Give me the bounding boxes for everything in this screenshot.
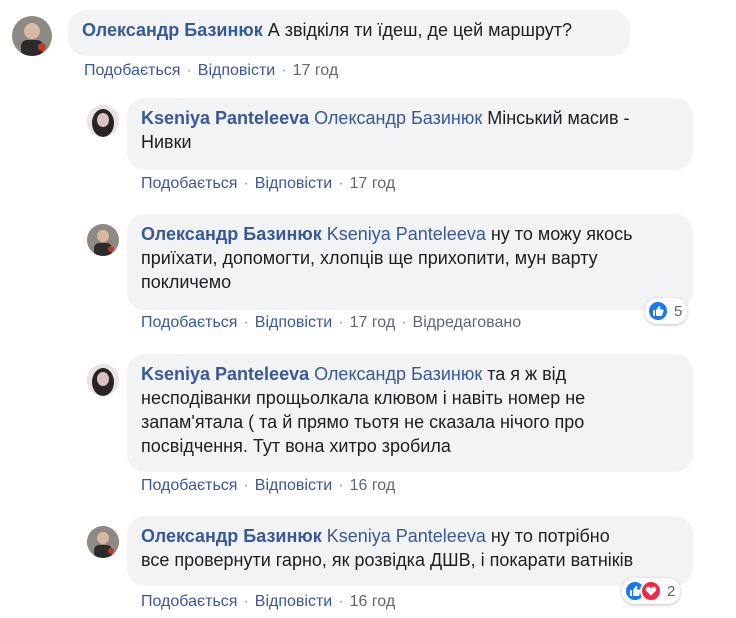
mention-link[interactable]: Kseniya Panteleeva [327,526,486,546]
avatar-photo-icon [12,16,52,56]
comment-actions: Подобається · Відповісти · 17 год [84,62,338,80]
avatar[interactable] [87,105,119,137]
comment-author[interactable]: Олександр Базинюк [82,20,263,40]
comment-bubble: Олександр Базинюк Kseniya Panteleeva ну … [127,516,693,586]
comment-author[interactable]: Kseniya Panteleeva [141,364,309,384]
comment-text-line: приїхати, допомогти, хлопців ще прихопит… [141,248,598,268]
avatar[interactable] [12,16,52,56]
separator: · [338,593,344,610]
comment-text-line: все провернути гарно, як розвідка ДШВ, і… [141,550,634,570]
avatar[interactable] [87,224,119,256]
avatar-photo-icon [87,364,119,396]
separator: · [243,175,249,192]
avatar[interactable] [87,526,119,558]
comment-actions: Подобається · Відповісти · 17 год · Відредагов… [141,314,521,332]
reply-button[interactable]: Відповісти [255,314,332,331]
timestamp[interactable]: 16 год [350,593,396,610]
comment-text: ну то потрібно [490,526,610,546]
separator: · [338,477,344,494]
mention-link[interactable]: Олександр Базинюк [314,108,482,128]
reactions-summary[interactable]: 5 [645,298,688,324]
timestamp[interactable]: 16 год [350,477,396,494]
comment: Олександр Базинюк А звідкіля ти їдеш, де… [0,0,736,90]
comment-text-line: запам'ятала ( та й прямо тьотя не сказал… [141,412,585,432]
comment-text: Мінський масив - [487,108,630,128]
separator: · [338,314,344,331]
like-button[interactable]: Подобається [141,314,237,331]
like-button[interactable]: Подобається [141,477,237,494]
comment-actions: Подобається · Відповісти · 17 год [141,175,395,193]
like-button[interactable]: Подобається [84,62,180,79]
separator: · [281,62,287,79]
comment-bubble: Олександр Базинюк Kseniya Panteleeva ну … [127,214,693,310]
comment: Олександр Базинюк Kseniya Panteleeva ну … [0,214,736,344]
reply-button[interactable]: Відповісти [255,593,332,610]
avatar[interactable] [87,364,119,396]
comment-bubble: Kseniya Panteleeva Олександр Базинюк та … [127,354,693,472]
comment-actions: Подобається · Відповісти · 16 год [141,477,395,495]
comment-author[interactable]: Kseniya Panteleeva [141,108,309,128]
edited-label[interactable]: Відредаговано [413,314,522,331]
separator: · [243,477,249,494]
comment-text-line: покличемо [141,272,232,292]
avatar-photo-icon [87,224,119,256]
timestamp[interactable]: 17 год [350,314,396,331]
mention-link[interactable]: Олександр Базинюк [314,364,482,384]
mention-link[interactable]: Kseniya Panteleeva [327,224,486,244]
like-button[interactable]: Подобається [141,593,237,610]
comment: Олександр Базинюк Kseniya Panteleeva ну … [0,516,736,618]
comment-text-line: Нивки [141,132,192,152]
comment-text-line: несподіванки прощьолкала клювом і навіть… [141,388,586,408]
comment-line: Олександр Базинюк Kseniya Panteleeva ну … [141,222,679,246]
comment-bubble: Kseniya Panteleeva Олександр Базинюк Мін… [127,98,693,170]
comment-text: А звідкіля ти їдеш, де цей маршрут? [267,20,573,40]
timestamp[interactable]: 17 год [350,175,396,192]
reply-button[interactable]: Відповісти [198,62,275,79]
separator: · [243,314,249,331]
comment-line: Kseniya Panteleeva Олександр Базинюк Мін… [141,106,679,130]
separator: · [338,175,344,192]
comment-text-line: посвідчення. Тут вона хитро зробила [141,436,451,456]
avatar-photo-icon [87,526,119,558]
reply-button[interactable]: Відповісти [255,175,332,192]
avatar-photo-icon [87,105,119,137]
reaction-count: 5 [674,302,683,320]
reply-button[interactable]: Відповісти [255,477,332,494]
comment-line: Олександр Базинюк Kseniya Panteleeva ну … [141,524,679,548]
like-icon [647,300,669,322]
comment-author[interactable]: Олександр Базинюк [141,526,322,546]
comment-author[interactable]: Олександр Базинюк [141,224,322,244]
comment-text: ну то можу якось [490,224,633,244]
separator: · [186,62,192,79]
comment: Kseniya Panteleeva Олександр Базинюк та … [0,354,736,504]
reaction-count: 2 [667,582,676,600]
comment-text: та я ж від [487,364,567,384]
separator: · [401,314,407,331]
comment-actions: Подобається · Відповісти · 16 год [141,593,395,611]
reactions-summary[interactable]: 2 [622,578,681,604]
love-icon [640,580,662,602]
comment-line: Kseniya Panteleeva Олександр Базинюк та … [141,362,679,386]
comment-bubble: Олександр Базинюк А звідкіля ти їдеш, де… [68,10,630,56]
like-button[interactable]: Подобається [141,175,237,192]
comment: Kseniya Panteleeva Олександр Базинюк Мін… [0,95,736,205]
timestamp[interactable]: 17 год [293,62,339,79]
separator: · [243,593,249,610]
